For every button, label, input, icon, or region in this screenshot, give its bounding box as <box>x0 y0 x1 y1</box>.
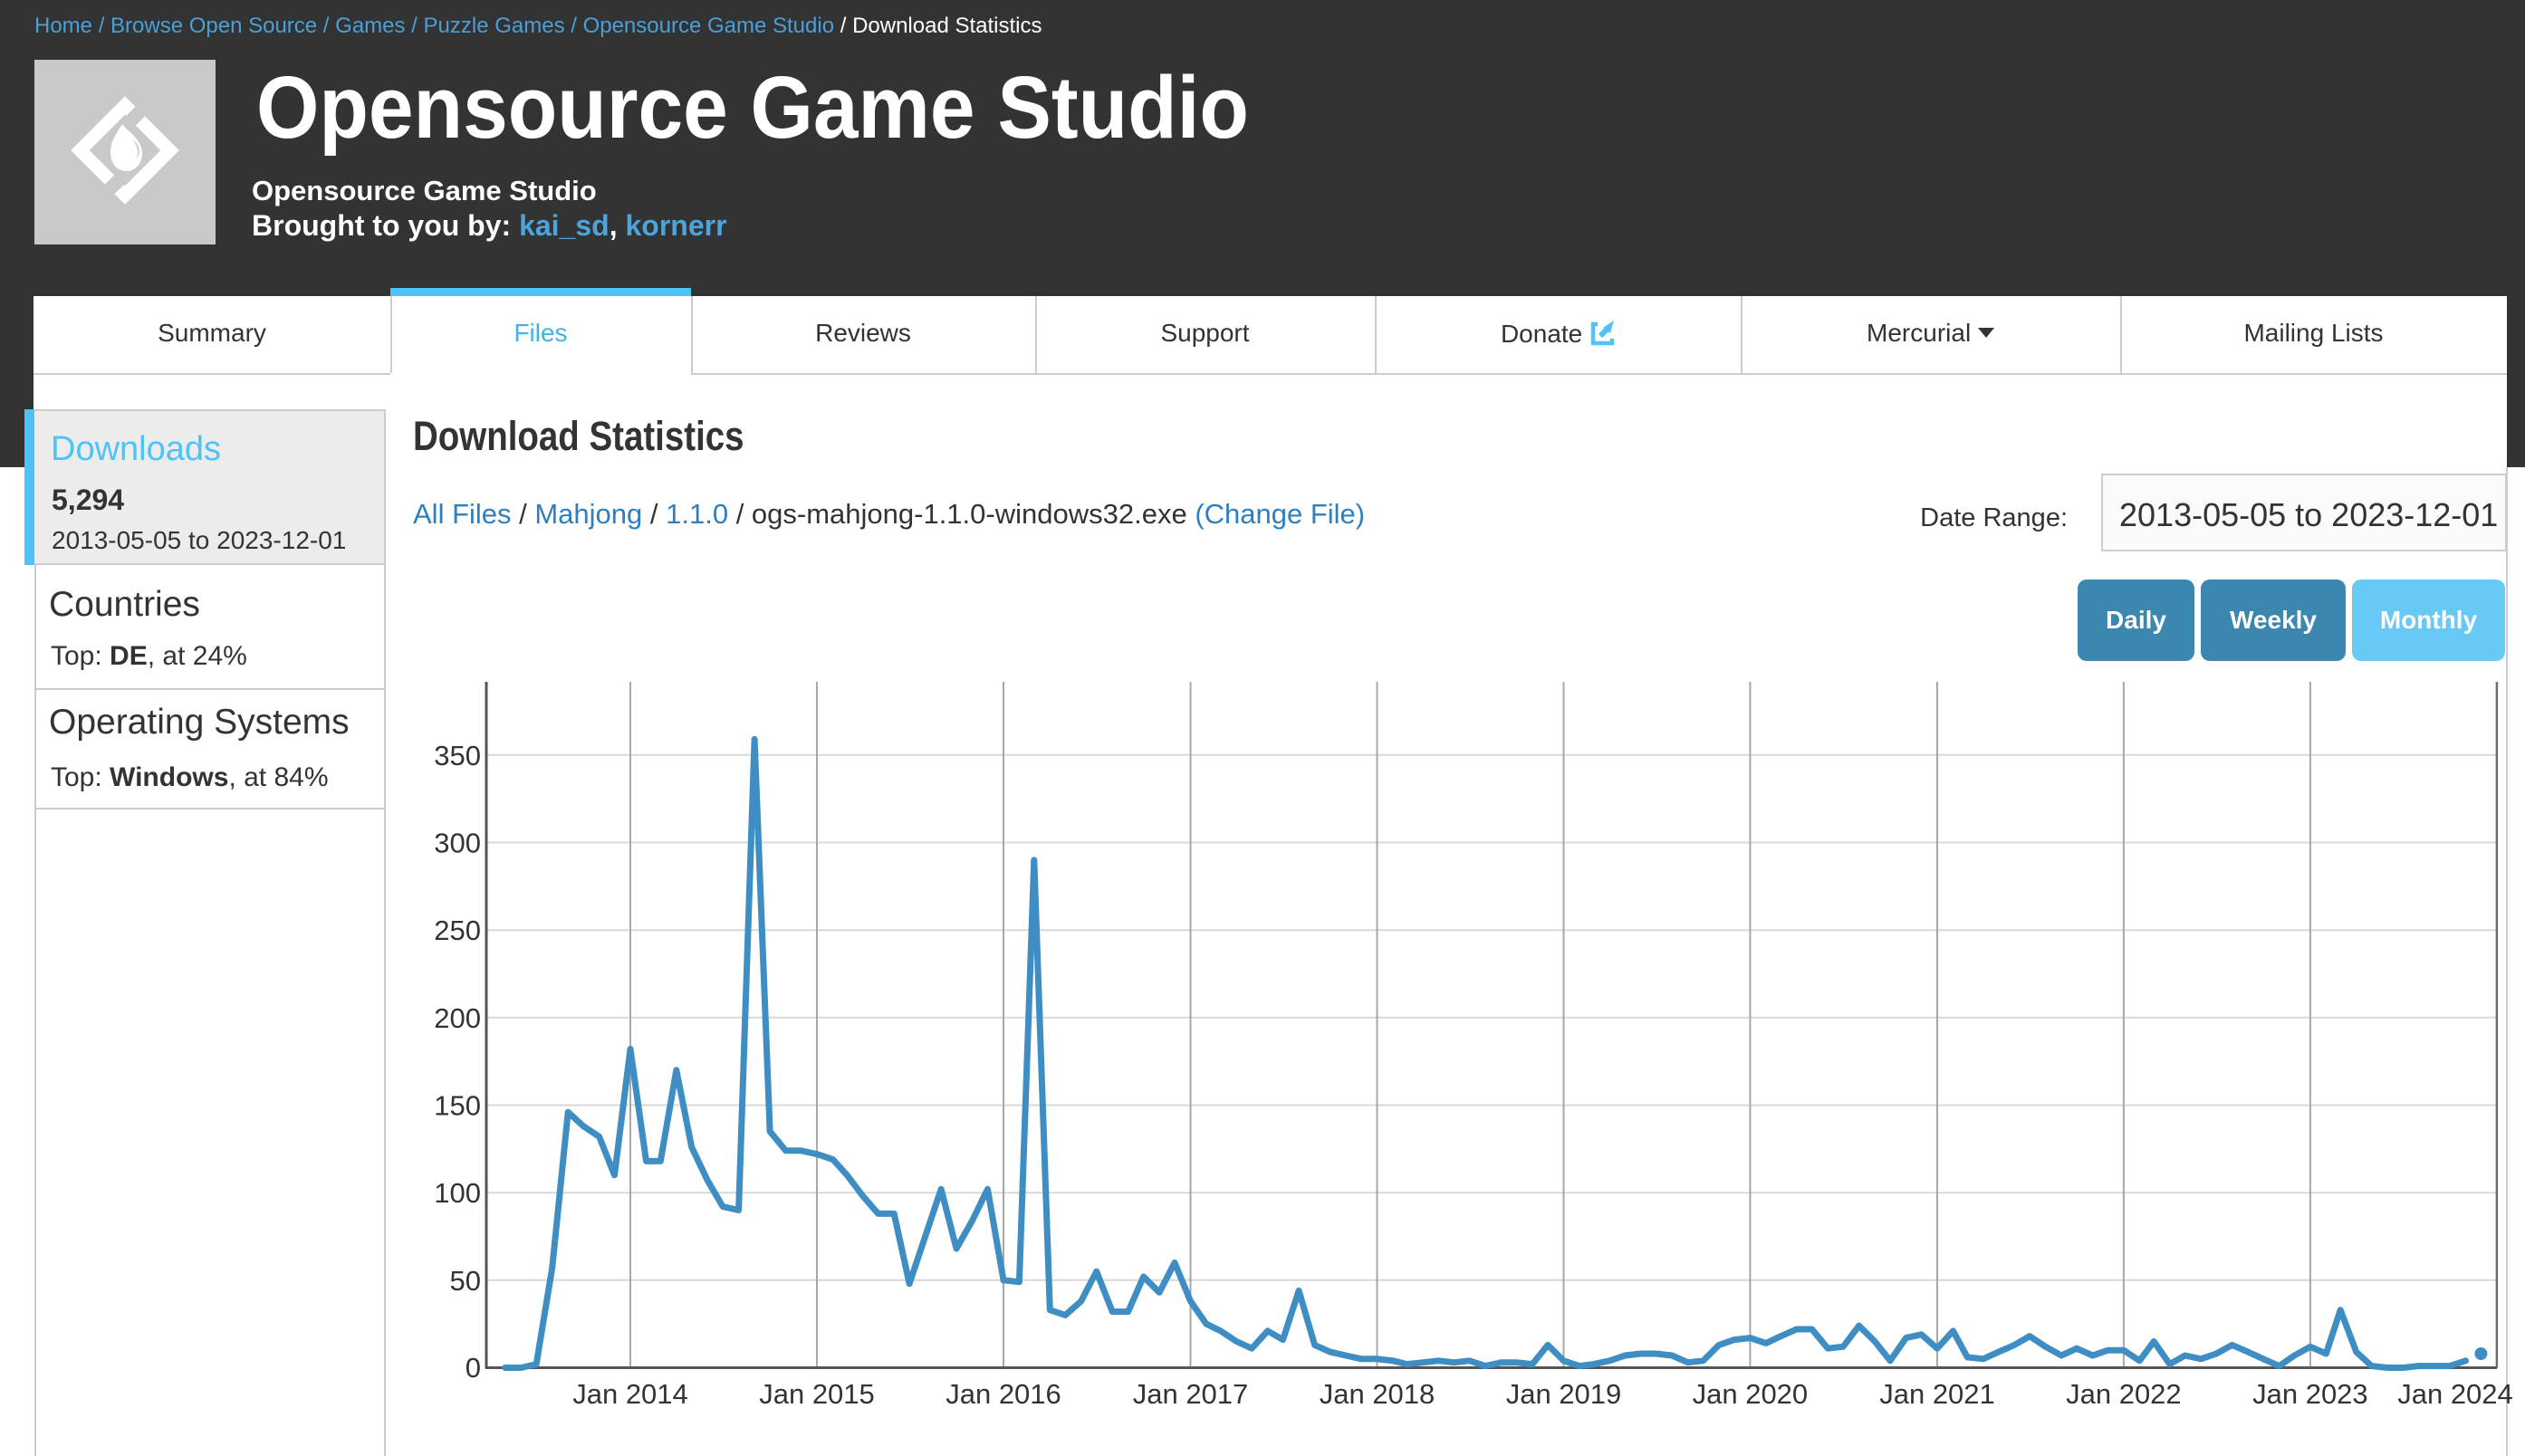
svg-text:150: 150 <box>434 1090 481 1122</box>
svg-text:Jan 2024: Jan 2024 <box>2397 1378 2513 1410</box>
svg-text:Jan 2020: Jan 2020 <box>1693 1378 1809 1410</box>
svg-text:200: 200 <box>434 1002 481 1034</box>
svg-text:300: 300 <box>434 828 481 859</box>
svg-text:Jan 2022: Jan 2022 <box>2066 1378 2182 1410</box>
svg-text:350: 350 <box>434 740 481 771</box>
svg-text:250: 250 <box>434 915 481 946</box>
svg-text:50: 50 <box>450 1265 481 1297</box>
svg-text:Jan 2019: Jan 2019 <box>1506 1378 1622 1410</box>
svg-text:Jan 2016: Jan 2016 <box>946 1378 1061 1410</box>
svg-text:Jan 2017: Jan 2017 <box>1133 1378 1249 1410</box>
svg-text:Jan 2014: Jan 2014 <box>572 1378 688 1410</box>
svg-text:Jan 2021: Jan 2021 <box>1879 1378 1995 1410</box>
svg-text:100: 100 <box>434 1177 481 1209</box>
svg-text:Jan 2018: Jan 2018 <box>1320 1378 1435 1410</box>
svg-text:Jan 2023: Jan 2023 <box>2252 1378 2368 1410</box>
svg-text:Jan 2015: Jan 2015 <box>759 1378 875 1410</box>
svg-text:0: 0 <box>466 1352 481 1384</box>
